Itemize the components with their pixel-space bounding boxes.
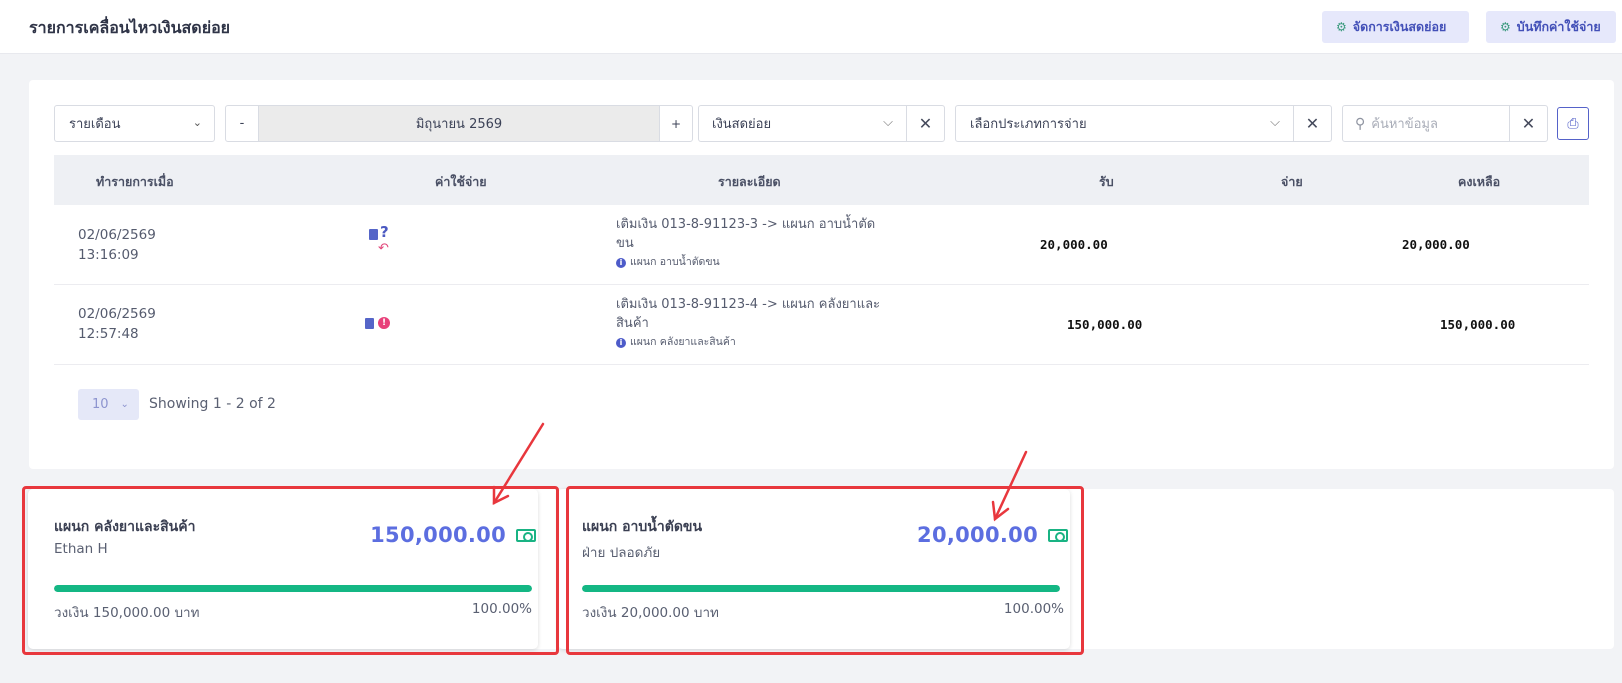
column-header-receive: รับ — [1099, 174, 1114, 189]
search-placeholder: ค้นหาข้อมูล — [1371, 117, 1438, 132]
wallet-percent: 100.00% — [471, 601, 532, 617]
search-input[interactable]: ⚲ ค้นหาข้อมูล — [1342, 105, 1510, 142]
column-header-pay: จ่าย — [1281, 174, 1303, 189]
chevron-down-icon: ⌄ — [120, 399, 129, 410]
previous-month-button[interactable]: - — [226, 106, 259, 141]
table-row[interactable]: 02/06/2569 13:16:09 ? ↶ เติมเงิน 013-8-9… — [54, 205, 1589, 285]
row-balance: 150,000.00 — [1440, 317, 1516, 332]
wallet-progress-fill — [54, 585, 532, 592]
row-datetime: 02/06/2569 12:57:48 — [78, 304, 156, 344]
gear-icon: ⚙ — [1500, 20, 1511, 34]
row-detail-line2: ขน — [616, 236, 634, 251]
expense-type-clear-button[interactable]: ✕ — [1293, 105, 1332, 142]
wallet-name: แผนก อาบน้ำตัดขน — [582, 519, 703, 535]
chevron-down-icon: ⌵ — [1270, 115, 1280, 130]
chevron-down-icon: ⌵ — [883, 115, 893, 130]
row-detail: เติมเงิน 013-8-91123-4 -> แผนก คลังยาและ… — [616, 295, 896, 352]
row-receive: 150,000.00 — [1067, 317, 1143, 332]
column-header-expense: ค่าใช้จ่าย — [435, 174, 487, 189]
row-detail-sub: i แผนก อาบน้ำตัดขน — [616, 253, 896, 272]
fund-value: เงินสดย่อย — [712, 117, 772, 132]
wallet-percent: 100.00% — [1003, 601, 1064, 617]
cash-icon — [1048, 529, 1068, 542]
next-month-button[interactable]: + — [659, 106, 692, 141]
wallet-owner: ฝ่าย ปลอดภัย — [582, 545, 661, 561]
wallet-progress-fill — [582, 585, 1060, 592]
column-header-detail: รายละเอียด — [718, 174, 781, 189]
column-header-balance: คงเหลือ — [1458, 174, 1501, 189]
wallet-limit: วงเงิน 20,000.00 บาท — [582, 605, 719, 621]
row-date: 02/06/2569 — [78, 227, 156, 243]
row-sub-label: แผนก อาบน้ำตัดขน — [630, 256, 720, 268]
record-expense-label: บันทึกค่าใช้จ่าย — [1516, 19, 1601, 34]
period-select[interactable]: รายเดือน ⌄ — [54, 105, 215, 142]
top-bar: รายการเคลื่อนไหวเงินสดย่อย ⚙ จัดการเงินส… — [0, 0, 1622, 54]
search-icon: ⚲ — [1355, 115, 1366, 132]
period-value: รายเดือน — [69, 117, 121, 132]
row-date: 02/06/2569 — [78, 306, 156, 322]
table-header: ทำรายการเมื่อ ค่าใช้จ่าย รายละเอียด รับ … — [54, 155, 1589, 205]
row-detail-line2: สินค้า — [616, 316, 649, 331]
cash-icon — [516, 529, 536, 542]
wallet-progress-bar — [582, 585, 1060, 592]
row-detail-line1: เติมเงิน 013-8-91123-3 -> แผนก อาบน้ำตัด — [616, 217, 876, 232]
row-balance: 20,000.00 — [1402, 237, 1470, 252]
row-detail-sub: i แผนก คลังยาและสินค้า — [616, 333, 896, 352]
alert-icon[interactable]: ! — [378, 317, 390, 329]
document-icon[interactable] — [369, 229, 378, 240]
chevron-down-icon: ⌄ — [192, 116, 202, 129]
row-sub-label: แผนก คลังยาและสินค้า — [630, 336, 736, 348]
row-datetime: 02/06/2569 13:16:09 — [78, 225, 156, 265]
column-header-date: ทำรายการเมื่อ — [96, 174, 174, 189]
row-time: 12:57:48 — [78, 326, 139, 342]
wallet-progress-bar — [54, 585, 532, 592]
month-stepper: - มิถุนายน 2569 + — [225, 105, 693, 142]
wallet-owner: Ethan H — [54, 541, 108, 557]
close-icon: ✕ — [918, 114, 933, 133]
wallet-amount: 20,000.00 — [917, 523, 1038, 547]
search-clear-button[interactable]: ✕ — [1509, 105, 1548, 142]
wallet-limit: วงเงิน 150,000.00 บาท — [54, 605, 200, 621]
close-icon: ✕ — [1305, 114, 1320, 133]
reply-icon[interactable]: ↶ — [378, 241, 389, 256]
table-row[interactable]: 02/06/2569 12:57:48 ! เติมเงิน 013-8-911… — [54, 285, 1589, 365]
row-detail: เติมเงิน 013-8-91123-3 -> แผนก อาบน้ำตัด… — [616, 215, 896, 272]
page-size-select[interactable]: 10 ⌄ — [78, 389, 139, 420]
info-icon: i — [616, 338, 626, 348]
fund-select[interactable]: เงินสดย่อย ⌵ — [698, 105, 907, 142]
manage-petty-cash-button[interactable]: ⚙ จัดการเงินสดย่อย — [1322, 11, 1469, 43]
row-detail-line1: เติมเงิน 013-8-91123-4 -> แผนก คลังยาและ — [616, 297, 881, 312]
pagination-info: Showing 1 - 2 of 2 — [149, 396, 276, 412]
close-icon: ✕ — [1521, 114, 1536, 133]
printer-icon: ⎙ — [1567, 115, 1579, 132]
record-expense-button[interactable]: ⚙ บันทึกค่าใช้จ่าย — [1486, 11, 1616, 43]
question-icon[interactable]: ? — [380, 223, 389, 241]
expense-type-placeholder: เลือกประเภทการจ่าย — [970, 117, 1087, 132]
row-receive: 20,000.00 — [1040, 237, 1108, 252]
manage-petty-cash-label: จัดการเงินสดย่อย — [1352, 19, 1447, 34]
fund-clear-button[interactable]: ✕ — [906, 105, 945, 142]
info-icon: i — [616, 258, 626, 268]
wallet-card[interactable]: แผนก อาบน้ำตัดขน ฝ่าย ปลอดภัย 20,000.00 … — [558, 489, 1070, 649]
wallet-name: แผนก คลังยาและสินค้า — [54, 519, 196, 535]
document-icon[interactable] — [365, 318, 374, 329]
month-value[interactable]: มิถุนายน 2569 — [259, 106, 659, 141]
row-time: 13:16:09 — [78, 247, 139, 263]
page-title: รายการเคลื่อนไหวเงินสดย่อย — [29, 18, 231, 37]
expense-type-select[interactable]: เลือกประเภทการจ่าย ⌵ — [955, 105, 1294, 142]
print-button[interactable]: ⎙ — [1557, 107, 1589, 140]
gear-icon: ⚙ — [1336, 20, 1347, 34]
wallet-amount: 150,000.00 — [370, 523, 506, 547]
page-size-value: 10 — [92, 397, 109, 412]
wallet-card[interactable]: แผนก คลังยาและสินค้า Ethan H 150,000.00 … — [28, 489, 538, 649]
